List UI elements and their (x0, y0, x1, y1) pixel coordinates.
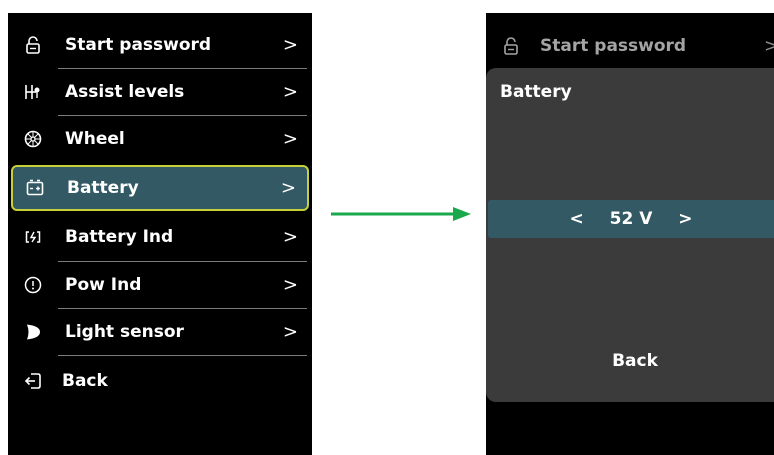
right-screen: Start password > Battery < 52 V > Back (486, 13, 774, 455)
chevron-right-icon: > (282, 274, 298, 296)
power-indicator-icon (24, 276, 42, 294)
menu-item-back[interactable]: Back (8, 358, 312, 404)
back-button[interactable]: Back (486, 351, 774, 371)
assist-levels-icon (25, 85, 40, 99)
menu-item-battery-ind[interactable]: Battery Ind > (8, 214, 312, 260)
left-screen: Start password > Assist levels > Wheel > (8, 13, 312, 455)
menu-item-light-sensor[interactable]: Light sensor > (8, 309, 312, 355)
chevron-right-icon: > (282, 81, 298, 103)
menu-item-label: Assist levels (65, 82, 185, 102)
battery-voltage-selector[interactable]: < 52 V > (488, 200, 774, 238)
chevron-right-icon: > (282, 226, 298, 248)
battery-dialog: Battery < 52 V > Back (486, 68, 774, 402)
exit-icon (24, 373, 41, 389)
previous-value-button[interactable]: < (570, 200, 584, 238)
light-sensor-icon (27, 324, 40, 340)
wheel-icon (24, 130, 42, 148)
battery-icon (26, 179, 44, 196)
menu-item-wheel[interactable]: Wheel > (8, 116, 312, 162)
battery-voltage-value: 52 V (609, 209, 653, 229)
unlock-icon (504, 37, 518, 55)
divider (58, 355, 307, 356)
menu-item-label: Pow Ind (65, 275, 142, 295)
next-value-button[interactable]: > (678, 200, 692, 238)
menu-item-label: Start password (540, 36, 687, 56)
menu-item-pow-ind[interactable]: Pow Ind > (8, 262, 312, 308)
menu-item-label: Wheel (65, 129, 125, 149)
menu-item-battery[interactable]: Battery > (11, 165, 309, 211)
menu-item-start-password[interactable]: Start password > (8, 22, 312, 68)
unlock-icon (26, 36, 40, 54)
menu-item-label: Battery (67, 178, 139, 198)
battery-indicator-icon (25, 231, 41, 243)
chevron-right-icon: > (282, 128, 298, 150)
menu-item-assist-levels[interactable]: Assist levels > (8, 69, 312, 115)
menu-item-label: Back (62, 371, 108, 391)
chevron-right-icon: > (282, 321, 298, 343)
arrow-right-icon (331, 207, 471, 221)
chevron-right-icon: > (282, 34, 298, 56)
menu-item-label: Light sensor (65, 322, 184, 342)
dialog-title: Battery (500, 82, 572, 102)
menu-item-start-password[interactable]: Start password > (486, 26, 774, 66)
menu-item-label: Start password (65, 35, 212, 55)
menu-item-label: Battery Ind (65, 227, 174, 247)
chevron-right-icon: > (280, 177, 296, 199)
chevron-right-icon: > (764, 35, 774, 57)
